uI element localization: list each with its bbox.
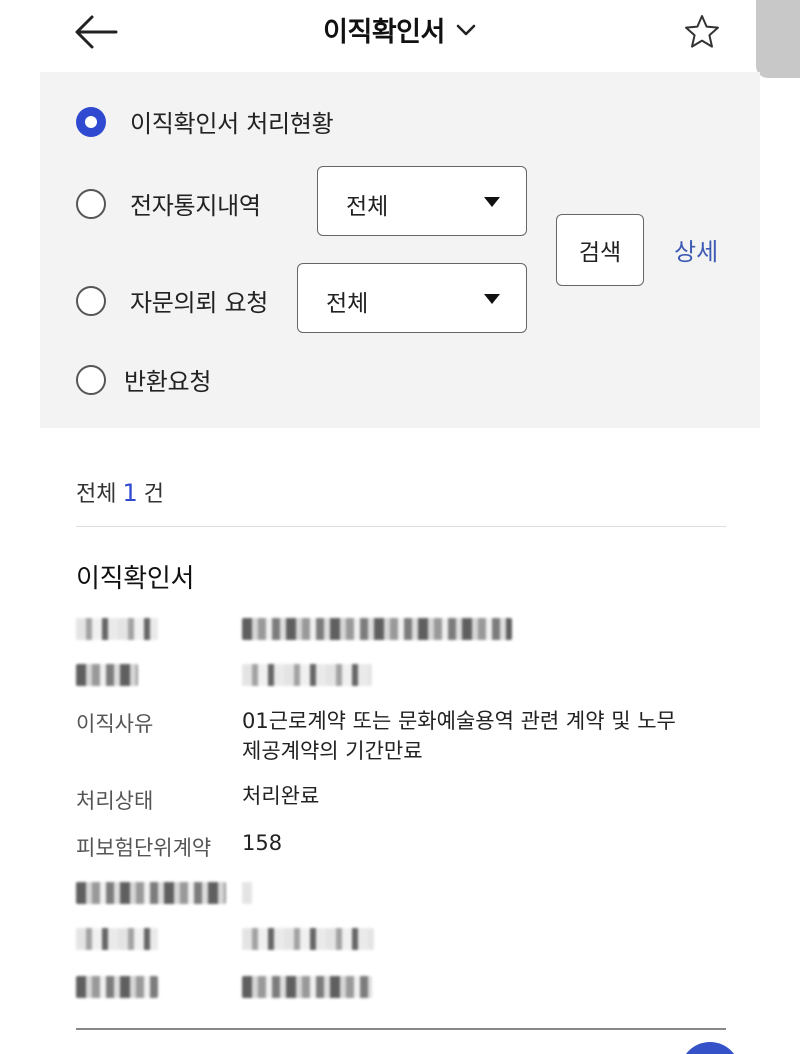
- app-header: 이직확인서: [0, 0, 800, 78]
- favorite-button[interactable]: [682, 12, 722, 52]
- divider: [76, 526, 726, 527]
- caret-down-icon: [484, 197, 500, 207]
- count-suffix: 건: [143, 482, 165, 507]
- radio-label: 자문의뢰 요청: [130, 289, 269, 317]
- count-number: 1: [122, 479, 138, 507]
- radio-option-advisory[interactable]: 자문의뢰 요청: [76, 283, 268, 318]
- radio-label: 이직확인서 처리현황: [130, 110, 334, 138]
- field-label-status: 처리상태: [76, 789, 154, 813]
- radio-option-return[interactable]: 반환요청: [76, 362, 211, 397]
- redacted-value: [242, 882, 252, 904]
- radio-unchecked-icon: [76, 364, 106, 395]
- result-count: 전체 1 건: [76, 476, 164, 508]
- star-outline-icon: [685, 15, 719, 48]
- floating-action-button[interactable]: [680, 1042, 740, 1054]
- radio-label: 반환요청: [124, 368, 212, 396]
- redacted-label: [76, 664, 138, 686]
- redacted-label: [76, 618, 158, 640]
- result-title: 이직확인서: [76, 564, 195, 594]
- detail-link[interactable]: 상세: [674, 232, 718, 267]
- field-label-reason: 이직사유: [76, 712, 154, 736]
- redacted-label: [76, 976, 158, 998]
- filter-panel: 이직확인서 처리현황 전자통지내역 전체 자문의뢰 요청 전체 반환요청 검색 …: [40, 72, 760, 428]
- caret-down-icon: [484, 294, 500, 304]
- count-prefix: 전체: [76, 482, 117, 507]
- redacted-label: [76, 928, 158, 950]
- field-value-contract-unit: 158: [242, 831, 283, 855]
- page: 이직확인서 이직확인서 처리현황 전자통지내역 전체 자문의뢰 요청 전체 반환…: [0, 0, 800, 1054]
- redacted-label: [76, 882, 226, 904]
- radio-option-status[interactable]: 이직확인서 처리현황: [76, 104, 334, 139]
- search-button[interactable]: 검색: [556, 214, 644, 286]
- redacted-value: [242, 618, 512, 640]
- title-dropdown-button[interactable]: 이직확인서: [323, 10, 477, 49]
- select-value: 전체: [346, 194, 389, 220]
- reason-line-1: 01근로계약 또는 문화예술용역 관련 계약 및 노무: [242, 709, 676, 733]
- edge-overlay: [756, 0, 800, 78]
- e-notice-select[interactable]: 전체: [317, 166, 527, 236]
- page-title: 이직확인서: [323, 17, 445, 48]
- radio-checked-icon: [76, 106, 106, 137]
- advisory-select[interactable]: 전체: [297, 263, 527, 333]
- reason-line-2: 제공계약의 기간만료: [242, 739, 423, 763]
- chevron-down-icon: [456, 24, 476, 35]
- redacted-value: [242, 664, 372, 686]
- field-value-status: 처리완료: [242, 784, 320, 808]
- divider: [76, 1028, 726, 1030]
- radio-label: 전자통지내역: [130, 192, 261, 220]
- field-label-contract-unit: 피보험단위계약: [76, 836, 212, 860]
- radio-option-e-notice[interactable]: 전자통지내역: [76, 186, 261, 221]
- redacted-value: [242, 928, 374, 950]
- field-value-reason: 01근로계약 또는 문화예술용역 관련 계약 및 노무 제공계약의 기간만료: [242, 706, 676, 766]
- redacted-value: [242, 976, 372, 998]
- radio-unchecked-icon: [76, 285, 106, 316]
- radio-unchecked-icon: [76, 188, 106, 219]
- select-value: 전체: [326, 291, 369, 317]
